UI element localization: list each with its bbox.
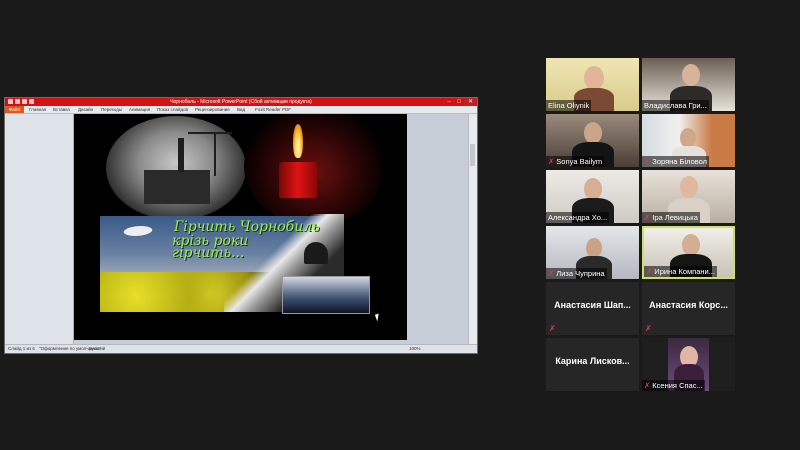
close-icon[interactable]: ✕ (464, 98, 477, 106)
muted-mic-icon: ✗ (646, 267, 653, 276)
participant-name: ✗ Лиза Чуприна (546, 268, 607, 279)
candle-flame-icon (293, 124, 303, 158)
chernobyl-reactor-image (106, 116, 246, 220)
candle-image (279, 162, 317, 198)
tab-transitions[interactable]: Переходы (101, 106, 122, 113)
ribbon-tabs: Файл Главная Вставка Дизайн Переходы Ани… (5, 106, 477, 114)
status-language: русский (89, 346, 106, 351)
window-title: Чорнобиль - Microsoft PowerPoint (Сбой а… (170, 99, 312, 105)
powerpoint-titlebar: Чорнобиль - Microsoft PowerPoint (Сбой а… (5, 98, 477, 106)
tab-home[interactable]: Главная (29, 106, 46, 113)
participant-tile[interactable]: Elina Oliynik (546, 58, 639, 111)
shared-screen-powerpoint: Чорнобиль - Microsoft PowerPoint (Сбой а… (4, 97, 478, 354)
tab-animation[interactable]: Анимация (129, 106, 150, 113)
muted-mic-icon: ✗ (548, 269, 555, 278)
participant-name: ✗ Ирина Компани... (644, 266, 717, 277)
slide-title-line-3: гірчить... (172, 245, 245, 261)
participant-tile[interactable]: ✗ Зоряна Біловол (642, 114, 735, 167)
slide-title-line-1: Гірчить Чорнобиль (174, 219, 320, 235)
muted-mic-icon: ✗ (644, 157, 651, 166)
muted-mic-icon: ✗ (549, 324, 556, 333)
participant-tile[interactable]: ✗ Лиза Чуприна (546, 226, 639, 279)
tab-view[interactable]: Вид (237, 106, 245, 113)
participant-tile[interactable]: Карина Лисков... (546, 338, 639, 391)
slide-canvas[interactable]: Гірчить Чорнобиль крізь роки гірчить... (74, 114, 407, 340)
tab-foxit-reader-pdf[interactable]: Foxit Reader PDF (255, 106, 291, 113)
tab-review[interactable]: Рецензирование (195, 106, 230, 113)
participant-tile[interactable]: ✗ Ксения Спас... (642, 338, 735, 391)
tab-insert[interactable]: Вставка (53, 106, 70, 113)
participant-tile[interactable]: Александра Хо... (546, 170, 639, 223)
muted-mic-icon: ✗ (644, 213, 651, 222)
participant-name: Карина Лисков... (555, 356, 630, 366)
muted-mic-icon: ✗ (645, 324, 652, 333)
participant-name: ✗ Sonya Bailym (546, 156, 605, 167)
participant-name: Владислава Гри... (642, 100, 709, 111)
participant-tile[interactable]: ✗ Іра Левицька (642, 170, 735, 223)
participant-name: Александра Хо... (546, 212, 610, 223)
muted-mic-icon: ✗ (548, 157, 555, 166)
participant-tile[interactable]: Анастасия Шап... ✗ (546, 282, 639, 335)
power-plant-photo (282, 276, 370, 314)
participant-name: ✗ Зоряна Біловол (642, 156, 710, 167)
bell-icon (304, 242, 328, 264)
vertical-scrollbar[interactable] (468, 114, 477, 346)
participant-name: Анастасия Шап... (554, 300, 631, 310)
participant-name: ✗ Ксения Спас... (642, 380, 705, 391)
participant-tile-active-speaker[interactable]: ✗ Ирина Компани... (642, 226, 735, 279)
tab-file[interactable]: Файл (5, 106, 25, 113)
participant-tile[interactable]: Анастасия Корс... ✗ (642, 282, 735, 335)
slide-thumbnails-pane[interactable] (5, 114, 74, 346)
minimize-icon[interactable]: – (444, 98, 454, 106)
tab-slideshow[interactable]: Показ слайдов (157, 106, 188, 113)
participant-tile[interactable]: ✗ Sonya Bailym (546, 114, 639, 167)
tab-design[interactable]: Дизайн (78, 106, 93, 113)
window-controls: – □ ✕ (444, 98, 477, 106)
participant-name: Анастасия Корс... (649, 300, 728, 310)
participant-name: Elina Oliynik (546, 100, 592, 111)
status-bar: Слайд 1 из 6 "Оформление по умолчанию" р… (5, 344, 477, 353)
muted-mic-icon: ✗ (644, 381, 651, 390)
participant-tile[interactable]: Владислава Гри... (642, 58, 735, 111)
maximize-icon[interactable]: □ (454, 98, 464, 106)
status-zoom[interactable]: 100% (409, 345, 421, 353)
participant-name: ✗ Іра Левицька (642, 212, 700, 223)
status-slide-count: Слайд 1 из 6 (8, 346, 35, 351)
